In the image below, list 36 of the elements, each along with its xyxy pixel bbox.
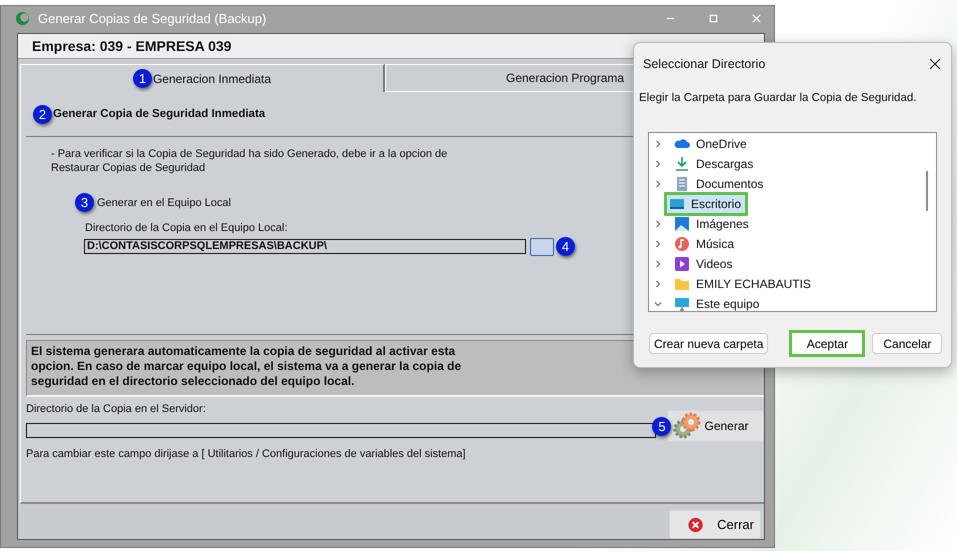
step-badge: 2: [33, 104, 52, 124]
step-badge: 4: [556, 237, 575, 256]
collapse-chevron-icon[interactable]: [653, 299, 663, 309]
app-logo-icon: [15, 11, 30, 26]
maximize-icon[interactable]: [708, 13, 719, 24]
window-title: Generar Copias de Seguridad (Backup): [38, 11, 266, 26]
document-icon: [674, 176, 690, 192]
music-icon: [674, 236, 690, 252]
gears-icon: [672, 411, 702, 441]
desktop-icon: [669, 196, 685, 212]
dialog-instruction: Elegir la Carpeta para Guardar la Copia de Seguridad.: [639, 92, 918, 104]
folder-icon: [674, 276, 690, 292]
dialog-button[interactable]: Crear nueva carpeta: [649, 333, 768, 354]
field-label: Directorio de la Copia en el Servidor:: [26, 403, 206, 415]
close-button[interactable]: Cerrar: [669, 510, 761, 539]
note-text: - Para verificar si la Copia de Seguridad ha sido Generado, debe ir a la opcion de Restaurar Copias de Seguridad: [51, 147, 448, 175]
generate-button[interactable]: Generar: [667, 410, 764, 442]
checkbox-label[interactable]: Generar en el Equipo Local: [97, 196, 231, 208]
step-badge: 3: [75, 193, 94, 212]
cancel-icon: [688, 516, 704, 532]
section-title: Generar Copia de Seguridad Inmediata: [53, 108, 266, 120]
hint-text: Para cambiar este campo dirijase a [ Utilitarios / Configuraciones de variables del sistema]: [26, 448, 466, 460]
step-badge: 1: [132, 69, 152, 88]
field-label: Directorio de la Copia en el Equipo Local:: [85, 222, 288, 234]
dialog-button[interactable]: Aceptar: [792, 333, 862, 354]
scrollbar-thumb[interactable]: [926, 171, 928, 211]
browse-button[interactable]: [530, 238, 554, 256]
computer-icon: [674, 296, 690, 311]
images-icon: [674, 216, 690, 232]
tab[interactable]: 1 Generacion Inmediata: [20, 64, 385, 92]
dialog-button[interactable]: Cancelar: [872, 333, 942, 354]
video-icon: [674, 256, 690, 272]
close-icon[interactable]: [929, 58, 941, 70]
download-icon: [674, 156, 690, 172]
local-directory-field[interactable]: D:\CONTASISCORPSQLEMPRESAS\BACKUP\: [84, 239, 526, 254]
folder-item[interactable]: Escritorio: [664, 192, 748, 216]
